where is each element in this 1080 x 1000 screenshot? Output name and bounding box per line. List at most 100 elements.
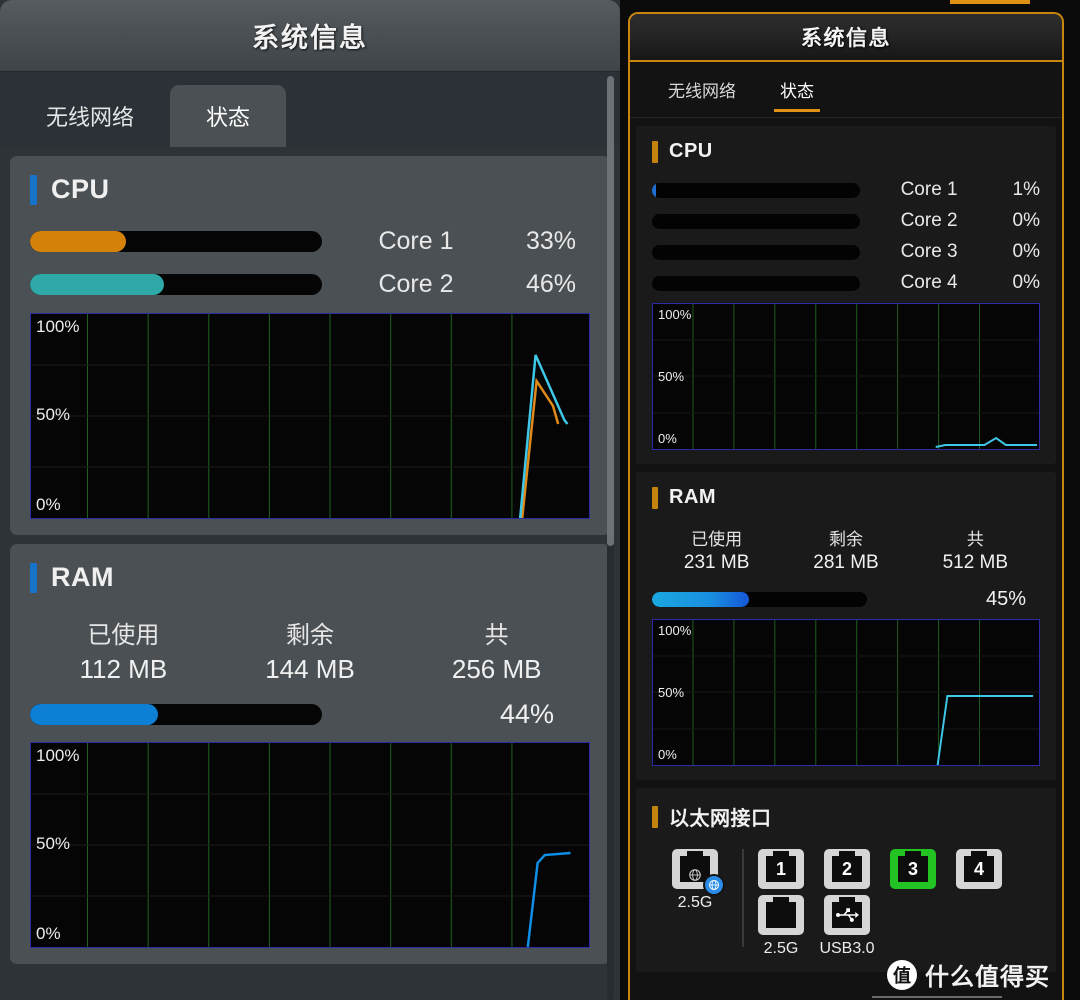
right-core4-percent: 0% [1012, 272, 1040, 293]
right-ram-card: RAM 已使用 231 MB 剩余 281 MB 共 512 MB 45% 10… [636, 472, 1056, 780]
left-scrollbar-thumb[interactable] [607, 76, 614, 546]
left-page-title: 系统信息 [252, 23, 368, 53]
right-ram-total-label: 共 [966, 530, 984, 549]
lan-port-25g-icon[interactable] [758, 895, 804, 935]
left-core1-label: Core 1 [378, 227, 454, 255]
wan-port[interactable] [672, 849, 725, 896]
left-core1-percent: 33% [525, 227, 576, 255]
usb-port[interactable]: USB3.0 [819, 895, 875, 958]
left-ram-free: 剩余 144 MB [217, 615, 404, 685]
right-core3-percent: 0% [1012, 241, 1040, 262]
right-cpu-title: CPU [669, 140, 713, 162]
lan-port-inner [766, 897, 796, 928]
lan-port-inner: 2 [832, 851, 862, 882]
lan-port-4-icon[interactable]: 4 [956, 849, 1002, 889]
lan-port-row-2: 2.5G USB3.0 [758, 895, 1002, 958]
right-cpu-core-row: Core 1 1% [652, 179, 1040, 201]
right-ram-stats: 已使用 231 MB 剩余 281 MB 共 512 MB [652, 525, 1040, 574]
left-ram-chart-svg [31, 743, 589, 947]
lan-port-25g-caption: 2.5G [763, 940, 799, 957]
lan-port-4[interactable]: 4 [956, 849, 1002, 889]
left-ram-used: 已使用 112 MB [30, 615, 217, 685]
right-content: CPU Core 1 1% Core 2 0% Core 3 0% Core 4… [630, 126, 1062, 972]
left-ram-usage-row: 44% [30, 699, 590, 730]
left-ram-history-chart: 100% 50% 0% [30, 742, 590, 948]
left-cpu-title: CPU [51, 174, 110, 204]
lan-port-row-1: 1 2 3 4 [758, 849, 1002, 889]
lan-port-inner: 1 [766, 851, 796, 882]
watermark-underline [872, 996, 1002, 998]
right-core2-percent: 0% [1012, 210, 1040, 231]
lan-port-1[interactable]: 1 [758, 849, 804, 889]
right-core4-progress [652, 275, 861, 291]
right-tab-status[interactable]: 状态 [758, 62, 836, 118]
right-ram-history-chart: 100% 50% 0% [652, 619, 1040, 766]
wan-port-group[interactable]: 2.5G [652, 849, 738, 912]
left-ram-total: 共 256 MB [403, 615, 590, 685]
left-ram-used-label: 已使用 [87, 622, 160, 649]
lan-port-3[interactable]: 3 [890, 849, 936, 889]
wan-port-caption: 2.5G [677, 894, 713, 911]
left-tab-status[interactable]: 状态 [170, 85, 287, 147]
usb-port-caption: USB3.0 [819, 940, 875, 957]
right-ram-total: 共 512 MB [911, 525, 1040, 574]
usb-icon [836, 908, 859, 922]
lan-port-3-icon[interactable]: 3 [890, 849, 936, 889]
right-ram-free-label: 剩余 [828, 530, 863, 549]
lan-port-2-icon[interactable]: 2 [824, 849, 870, 889]
right-window-tab-accent [950, 0, 1030, 4]
right-page-title: 系统信息 [801, 27, 891, 50]
right-ethernet-title: 以太网接口 [669, 808, 772, 830]
left-core1-progress-fill [30, 231, 127, 252]
right-cpu-core-row: Core 2 0% [652, 210, 1040, 232]
right-ram-progress-fill [652, 592, 749, 607]
left-scrollbar[interactable] [607, 76, 614, 1000]
right-ram-chart-svg [653, 620, 1039, 765]
right-ram-total-value: 512 MB [942, 552, 1009, 573]
accent-bar-icon [652, 486, 658, 509]
left-ram-progress-fill [30, 704, 159, 725]
left-cpu-core-row: Core 2 46% [30, 270, 590, 299]
usb-port-icon-box[interactable] [824, 895, 870, 935]
left-system-info-window: 系统信息 无线网络 状态 CPU Core 1 33% Core 2 46% 1… [0, 0, 620, 1000]
right-ram-used-label: 已使用 [691, 530, 743, 549]
right-tab-bar: 无线网络 状态 [630, 62, 1062, 118]
right-ram-used: 已使用 231 MB [652, 525, 781, 574]
left-ram-header: RAM [30, 562, 590, 593]
usb-port-inner [832, 897, 862, 928]
left-core2-progress [30, 274, 322, 295]
right-core1-progress-fill [652, 182, 656, 198]
lan-port-1-icon[interactable]: 1 [758, 849, 804, 889]
right-cpu-card: CPU Core 1 1% Core 2 0% Core 3 0% Core 4… [636, 126, 1056, 464]
left-cpu-core-row: Core 1 33% [30, 227, 590, 256]
right-cpu-core-row: Core 3 0% [652, 241, 1040, 263]
left-core2-progress-fill [30, 274, 165, 295]
left-core2-label: Core 2 [378, 270, 454, 298]
left-ram-progress [30, 704, 322, 725]
right-core1-progress [652, 182, 861, 198]
left-cpu-card: CPU Core 1 33% Core 2 46% 100% 50% 0% [10, 156, 610, 535]
right-ram-progress [652, 592, 867, 607]
right-tab-wireless[interactable]: 无线网络 [646, 62, 758, 118]
accent-bar-icon [30, 174, 37, 205]
left-ram-free-label: 剩余 [286, 622, 334, 649]
lan-port-2-number: 2 [841, 859, 852, 879]
accent-bar-icon [30, 562, 37, 593]
left-cpu-chart-svg [31, 314, 589, 518]
left-core2-percent: 46% [525, 270, 576, 298]
left-tab-wireless[interactable]: 无线网络 [10, 85, 170, 147]
right-ram-header: RAM [652, 486, 1040, 509]
left-ram-card: RAM 已使用 112 MB 剩余 144 MB 共 256 MB 44% 10… [10, 544, 610, 964]
right-ethernet-header: 以太网接口 [652, 802, 1040, 831]
left-ram-total-value: 256 MB [451, 654, 542, 684]
right-core3-label: Core 3 [900, 241, 958, 262]
left-cpu-header: CPU [30, 174, 590, 205]
right-core1-label: Core 1 [900, 179, 958, 200]
lan-port-4-number: 4 [973, 859, 984, 879]
lan-port-25g[interactable]: 2.5G [758, 895, 804, 958]
left-content: CPU Core 1 33% Core 2 46% 100% 50% 0% RA… [0, 156, 620, 964]
system-info-screen: 系统信息 无线网络 状态 CPU Core 1 33% Core 2 46% 1… [0, 0, 1080, 1000]
lan-port-2[interactable]: 2 [824, 849, 870, 889]
right-cpu-header: CPU [652, 140, 1040, 163]
right-system-info-window: 系统信息 无线网络 状态 CPU Core 1 1% Core 2 0% Cor… [620, 0, 1080, 1000]
